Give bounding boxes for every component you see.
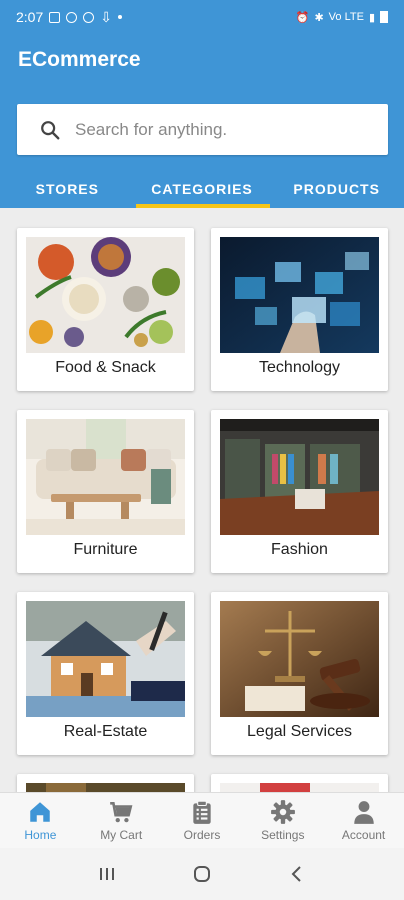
home-button-icon[interactable] bbox=[192, 864, 212, 884]
category-card-real-estate[interactable]: Real-Estate bbox=[17, 592, 194, 755]
whatsapp-icon bbox=[83, 11, 95, 23]
recent-apps-icon[interactable] bbox=[97, 864, 117, 884]
nav-orders-label: Orders bbox=[183, 828, 221, 842]
category-label: Fashion bbox=[271, 541, 328, 558]
nav-my-cart[interactable]: My Cart bbox=[81, 793, 162, 848]
category-card-food[interactable]: Food & Snack bbox=[17, 228, 194, 391]
category-image bbox=[220, 783, 379, 792]
app-bar: ECommerce STORES CATEGORIES PRODUCTS bbox=[0, 34, 404, 208]
category-label: Legal Services bbox=[247, 723, 352, 740]
tab-products[interactable]: PRODUCTS bbox=[269, 170, 404, 208]
category-label: Food & Snack bbox=[55, 359, 156, 376]
legal-services-image bbox=[220, 601, 379, 717]
status-time: 2:07 bbox=[16, 9, 44, 25]
furniture-image bbox=[26, 419, 185, 535]
category-card-legal-services[interactable]: Legal Services bbox=[211, 592, 388, 755]
nav-settings[interactable]: Settings bbox=[242, 793, 323, 848]
tab-categories[interactable]: CATEGORIES bbox=[135, 170, 270, 208]
category-label: Real-Estate bbox=[63, 723, 148, 740]
back-icon[interactable] bbox=[287, 864, 307, 884]
search-icon bbox=[41, 120, 60, 139]
category-label: Technology bbox=[259, 359, 340, 376]
category-card-technology[interactable]: Technology bbox=[211, 228, 388, 391]
category-image bbox=[26, 783, 185, 792]
app-title: ECommerce bbox=[18, 48, 141, 71]
tab-stores[interactable]: STORES bbox=[0, 170, 135, 208]
nav-home-label: Home bbox=[24, 828, 57, 842]
cart-icon bbox=[110, 802, 133, 823]
signal-icon: ▮ bbox=[368, 11, 375, 24]
category-card-partial-left[interactable] bbox=[17, 774, 194, 792]
category-label: Furniture bbox=[73, 541, 138, 558]
nav-home[interactable]: Home bbox=[0, 793, 81, 848]
nav-orders[interactable]: Orders bbox=[162, 793, 243, 848]
gallery-icon bbox=[49, 11, 61, 23]
status-bar: 2:07 ⇩ ⏰ ✱ Vo LTE ▮ bbox=[0, 0, 404, 34]
category-card-partial-right[interactable] bbox=[211, 774, 388, 792]
real-estate-image bbox=[26, 601, 185, 717]
fashion-image bbox=[220, 419, 379, 535]
search-bar[interactable] bbox=[17, 104, 388, 155]
nav-my-cart-label: My Cart bbox=[100, 828, 143, 842]
bluetooth-icon: ✱ bbox=[314, 11, 324, 24]
search-input[interactable] bbox=[75, 119, 355, 140]
message-icon bbox=[66, 11, 78, 23]
network-text: Vo LTE bbox=[328, 11, 364, 23]
category-grid: Food & Snack Technology Furniture Fashio… bbox=[0, 208, 404, 792]
system-navigation-bar bbox=[0, 848, 404, 900]
nav-account[interactable]: Account bbox=[323, 793, 404, 848]
nav-account-label: Account bbox=[341, 828, 386, 842]
bottom-navigation: Home My Cart Orders Settings Account bbox=[0, 792, 404, 848]
alarm-icon: ⏰ bbox=[295, 11, 310, 24]
download-icon: ⇩ bbox=[100, 8, 112, 25]
category-card-fashion[interactable]: Fashion bbox=[211, 410, 388, 573]
technology-image bbox=[220, 237, 379, 353]
gear-icon bbox=[270, 800, 295, 824]
user-icon bbox=[353, 801, 374, 824]
food-image bbox=[26, 237, 185, 353]
nav-settings-label: Settings bbox=[261, 828, 305, 842]
battery-icon bbox=[380, 11, 388, 23]
tab-bar: STORES CATEGORIES PRODUCTS bbox=[0, 170, 404, 208]
home-icon bbox=[30, 802, 51, 822]
category-card-furniture[interactable]: Furniture bbox=[17, 410, 194, 573]
clipboard-icon bbox=[193, 800, 211, 824]
notification-dot-icon bbox=[117, 15, 122, 19]
